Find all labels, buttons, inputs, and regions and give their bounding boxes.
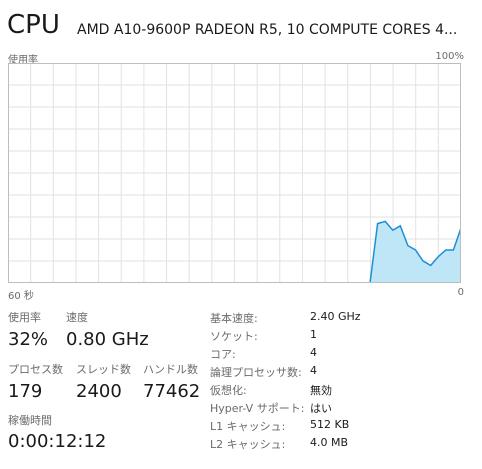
spec-value: 2.40 GHz <box>310 310 361 323</box>
processor-name: AMD A10-9600P RADEON R5, 10 COMPUTE CORE… <box>77 22 458 38</box>
spec-row-sockets: ソケット: 1 <box>210 327 472 345</box>
spec-value: 1 <box>310 328 317 341</box>
processes-value: 179 <box>8 381 43 402</box>
graph-label-now: 0 <box>457 287 464 298</box>
cpu-usage-graph[interactable] <box>8 63 461 283</box>
cpu-usage-graph-svg <box>8 63 461 283</box>
processes-label: プロセス数 <box>8 363 63 376</box>
spec-value: 4 <box>310 364 317 377</box>
spec-row-l1-cache: L1 キャッシュ: 512 KB <box>210 417 472 435</box>
spec-key: 基本速度: <box>210 312 258 325</box>
page-title: CPU <box>7 10 60 40</box>
spec-row-base-speed: 基本速度: 2.40 GHz <box>210 309 472 327</box>
spec-value: 512 KB <box>310 418 350 431</box>
spec-key: ソケット: <box>210 330 258 343</box>
graph-label-max: 100% <box>435 51 464 62</box>
handles-value: 77462 <box>143 381 201 402</box>
spec-value: 4.0 MB <box>310 436 349 449</box>
spec-key: L1 キャッシュ: <box>210 420 286 433</box>
spec-key: Hyper-V サポート: <box>210 402 305 415</box>
spec-value: 4 <box>310 346 317 359</box>
spec-key: 論理プロセッサ数: <box>210 366 302 379</box>
utilization-label: 使用率 <box>8 311 41 324</box>
handles-label: ハンドル数 <box>143 363 198 376</box>
spec-key: L2 キャッシュ: <box>210 438 286 451</box>
speed-label: 速度 <box>66 311 88 324</box>
spec-row-l2-cache: L2 キャッシュ: 4.0 MB <box>210 435 472 453</box>
spec-key: 仮想化: <box>210 384 247 397</box>
threads-label: スレッド数 <box>76 363 131 376</box>
spec-value: 無効 <box>310 384 332 397</box>
uptime-label: 稼働時間 <box>8 414 52 427</box>
spec-row-cores: コア: 4 <box>210 345 472 363</box>
spec-value: はい <box>310 402 332 415</box>
graph-label-time-span: 60 秒 <box>8 291 34 302</box>
spec-row-hyper-v: Hyper-V サポート: はい <box>210 399 472 417</box>
speed-value: 0.80 GHz <box>66 329 149 350</box>
spec-row-logical-processors: 論理プロセッサ数: 4 <box>210 363 472 381</box>
spec-key: コア: <box>210 348 236 361</box>
threads-value: 2400 <box>76 381 122 402</box>
spec-row-virtualization: 仮想化: 無効 <box>210 381 472 399</box>
header: CPU AMD A10-9600P RADEON R5, 10 COMPUTE … <box>7 8 475 44</box>
utilization-value: 32% <box>8 329 49 350</box>
spec-list: 基本速度: 2.40 GHz ソケット: 1 コア: 4 論理プロセッサ数: 4… <box>210 309 472 453</box>
uptime-value: 0:00:12:12 <box>8 431 107 452</box>
